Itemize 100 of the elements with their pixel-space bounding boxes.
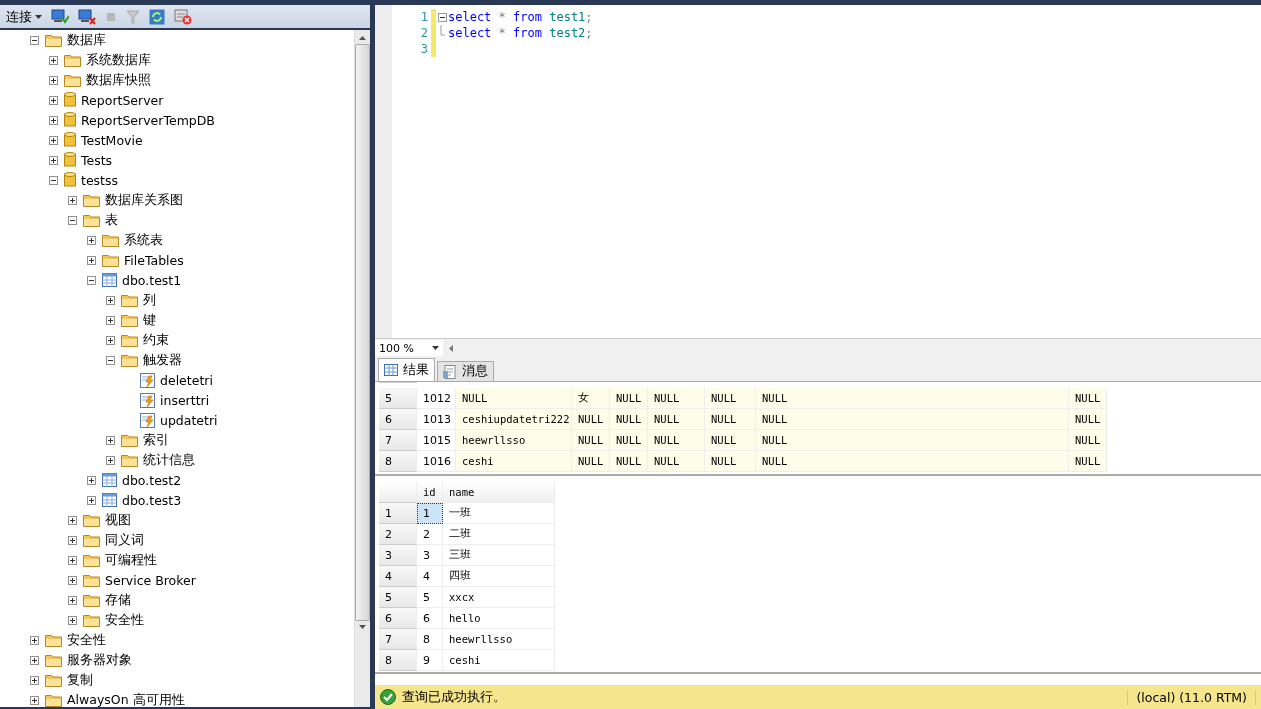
connect-button[interactable]: 连接 [6,7,42,26]
row-number[interactable]: 1 [379,503,417,524]
tree-item[interactable]: 复制 [67,671,93,689]
expander-icon[interactable] [68,515,77,525]
expander-icon[interactable] [49,75,58,85]
refresh-icon[interactable] [149,8,165,25]
tree-item[interactable]: 数据库快照 [86,71,151,89]
tree-item[interactable]: 统计信息 [143,451,195,469]
expander-icon[interactable] [87,235,96,245]
expander-icon[interactable] [106,335,115,345]
tree-item[interactable]: 列 [143,291,156,309]
expander-icon[interactable] [30,675,39,685]
expander-icon[interactable] [49,175,58,185]
disconnect-icon[interactable] [78,8,96,25]
zoom-dropdown[interactable]: 100 % [375,340,443,356]
expander-icon[interactable] [49,155,58,165]
tree-item[interactable]: 表 [105,211,118,229]
table-cell: NULL [572,451,610,472]
column-header[interactable]: id [417,482,443,503]
tree-item[interactable]: 系统表 [124,231,163,249]
expander-icon[interactable] [106,455,115,465]
expander-icon[interactable] [68,595,77,605]
tree-item[interactable]: 约束 [143,331,169,349]
tree-item[interactable]: 安全性 [105,611,144,629]
expander-icon[interactable] [49,115,58,125]
tree-item[interactable]: dbo.test2 [122,472,182,488]
expander-icon[interactable] [87,275,96,285]
row-number[interactable]: 4 [379,566,417,587]
row-number[interactable]: 3 [379,545,417,566]
expander-icon[interactable] [30,655,39,665]
row-number[interactable]: 6 [379,608,417,629]
expander-icon[interactable] [30,695,39,705]
scroll-down-icon[interactable] [359,625,366,629]
tree-item[interactable]: 索引 [143,431,169,449]
scroll-thumb[interactable] [355,44,370,621]
column-header[interactable]: name [443,482,555,503]
tree-item[interactable]: 同义词 [105,531,144,549]
tree-item[interactable]: 触发器 [143,351,182,369]
folder-icon [45,653,62,667]
tree-item[interactable]: ReportServer [81,92,164,108]
table-cell: NULL [705,388,756,409]
tree-item[interactable]: TestMovie [81,132,143,148]
tree-item[interactable]: ReportServerTempDB [81,112,215,128]
tree-item[interactable]: updatetri [160,412,218,428]
expander-icon[interactable] [87,475,96,485]
folder-icon [83,593,100,607]
row-number[interactable]: 2 [379,524,417,545]
tree-item[interactable]: 安全性 [67,631,106,649]
line-number: 2 [419,25,429,41]
tree-item[interactable]: FileTables [124,252,184,268]
expander-icon[interactable] [68,215,77,225]
scroll-left-icon[interactable] [448,344,453,352]
tree-item[interactable]: 存储 [105,591,131,609]
expander-icon[interactable] [87,255,96,265]
row-number[interactable]: 5 [379,587,417,608]
tree-item[interactable]: Tests [81,152,113,168]
expander-icon[interactable] [106,355,115,365]
tree-item[interactable]: 可编程性 [105,551,157,569]
tree-item[interactable]: 视图 [105,511,131,529]
row-number[interactable]: 8 [379,650,417,671]
expander-icon[interactable] [68,535,77,545]
expander-icon[interactable] [49,95,58,105]
tree-item[interactable]: 键 [143,311,156,329]
tree-item[interactable]: Service Broker [105,572,196,588]
expander-icon[interactable] [30,35,39,45]
connect-server-icon[interactable] [51,8,69,25]
expander-icon[interactable] [49,135,58,145]
expander-icon[interactable] [49,55,58,65]
tree-item[interactable]: AlwaysOn 高可用性 [67,691,185,707]
tree-item[interactable]: inserttri [160,392,210,408]
tree-item[interactable]: 系统数据库 [86,51,151,69]
result-tab[interactable]: 结果 [378,358,435,381]
expander-icon[interactable] [68,575,77,585]
result-tab[interactable]: 消息 [437,361,494,381]
tree-item[interactable]: testss [81,172,119,188]
row-number[interactable]: 6 [379,409,417,430]
activity-monitor-icon[interactable] [174,8,192,25]
expander-icon[interactable] [87,495,96,505]
expander-icon[interactable] [68,195,77,205]
row-number[interactable]: 5 [379,388,417,409]
tree-item[interactable]: dbo.test3 [122,492,182,508]
expander-icon[interactable] [68,555,77,565]
expander-icon[interactable] [68,615,77,625]
tree-item[interactable]: 数据库关系图 [105,191,183,209]
tree-item[interactable]: dbo.test1 [122,272,182,288]
expander-icon[interactable] [30,635,39,645]
folder-icon [45,633,62,647]
row-number[interactable]: 8 [379,451,417,472]
tree-item[interactable]: 数据库 [67,31,106,49]
row-number[interactable]: 7 [379,629,417,650]
expander-icon[interactable] [106,295,115,305]
tree-item[interactable]: deletetri [160,372,213,388]
scrollbar[interactable] [354,30,370,707]
grid-icon [384,364,398,376]
collapse-icon[interactable] [437,12,447,22]
tree-item[interactable]: 服务器对象 [67,651,132,669]
expander-icon[interactable] [106,435,115,445]
row-number[interactable]: 7 [379,430,417,451]
scroll-up-icon[interactable] [359,36,366,40]
expander-icon[interactable] [106,315,115,325]
